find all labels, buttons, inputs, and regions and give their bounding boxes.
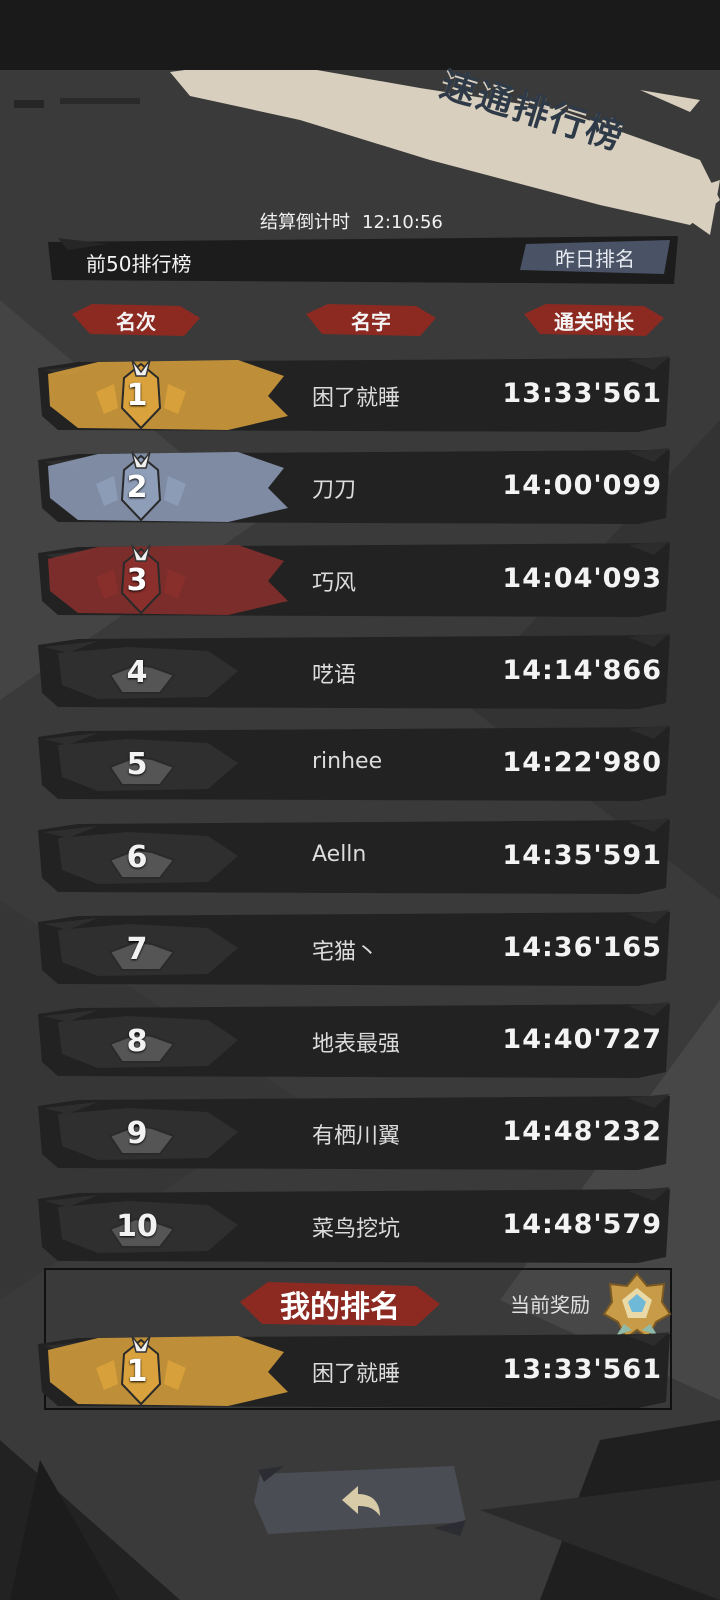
clear-time: 14:36'165 — [502, 931, 662, 963]
rank-number: 5 — [126, 747, 148, 783]
rank-number: 6 — [126, 839, 148, 875]
leaderboard-row[interactable]: 6 Aelln 14:35'591 — [38, 817, 670, 898]
clear-time: 14:14'866 — [502, 654, 662, 686]
leaderboard-row[interactable]: 10 菜鸟挖坑 14:48'579 — [38, 1186, 670, 1267]
rank-number: 9 — [126, 1116, 148, 1152]
column-header-rank: 名次 — [72, 300, 200, 340]
clear-time: 14:35'591 — [502, 839, 662, 871]
rank-number: 1 — [126, 1354, 148, 1389]
clear-time: 14:22'980 — [502, 747, 662, 779]
rank-number: 4 — [126, 654, 148, 690]
rank-number: 1 — [126, 378, 148, 413]
player-name: 困了就睡 — [312, 386, 401, 411]
rank-number: 10 — [116, 1208, 158, 1244]
player-name: 地表最强 — [312, 1032, 401, 1058]
my-rank-title: 我的排名 — [240, 1278, 440, 1330]
back-button[interactable] — [254, 1462, 466, 1538]
player-name: 困了就睡 — [312, 1362, 401, 1387]
player-name: 巧风 — [312, 570, 357, 596]
current-reward-label: 当前奖励 — [510, 1293, 590, 1317]
player-name: 宅猫丶 — [312, 939, 379, 965]
leaderboard-row[interactable]: 5 rinhee 14:22'980 — [38, 725, 670, 805]
player-name: Aelln — [312, 841, 367, 867]
leaderboard-row[interactable]: 3 巧风 14:04'093 — [38, 540, 670, 621]
leaderboard-row[interactable]: 7 宅猫丶 14:36'165 — [38, 909, 670, 990]
player-name: 有栖川翼 — [312, 1124, 401, 1150]
yesterday-rank-button[interactable]: 昨日排名 — [520, 240, 670, 274]
leaderboard-row[interactable]: 8 地表最强 14:40'727 — [38, 1002, 670, 1082]
settlement-countdown: 结算倒计时 12:10:56 — [260, 208, 443, 234]
rank-number: 2 — [126, 470, 148, 506]
leaderboard-row[interactable]: 2 刀刀 14:00'099 — [38, 448, 670, 528]
countdown-time: 12:10:56 — [362, 212, 443, 233]
countdown-label: 结算倒计时 — [260, 212, 350, 233]
clear-time: 14:00'099 — [502, 470, 662, 502]
leaderboard-row[interactable]: 1 困了就睡 13:33'561 — [38, 356, 670, 436]
player-name: 菜鸟挖坑 — [312, 1216, 401, 1242]
leaderboard-row[interactable]: 4 呓语 14:14'866 — [38, 632, 670, 713]
leaderboard-label: 前50排行榜 — [86, 252, 192, 276]
rank-number: 8 — [126, 1024, 148, 1060]
rank-number: 7 — [126, 931, 148, 967]
clear-time: 14:04'093 — [502, 562, 662, 594]
player-name: 刀刀 — [312, 478, 357, 504]
my-rank-row[interactable]: 1 困了就睡 13:33'561 — [38, 1332, 670, 1408]
rank-number: 3 — [126, 562, 148, 598]
player-name: 呓语 — [312, 662, 357, 688]
clear-time: 14:48'579 — [502, 1208, 662, 1240]
column-header-time: 通关时长 — [524, 300, 664, 340]
player-name: rinhee — [312, 749, 383, 775]
clear-time: 14:48'232 — [502, 1116, 662, 1148]
yesterday-rank-label: 昨日排名 — [555, 246, 635, 271]
column-header-name: 名字 — [306, 300, 436, 340]
clear-time: 14:40'727 — [502, 1024, 662, 1056]
leaderboard-row[interactable]: 9 有栖川翼 14:48'232 — [38, 1094, 670, 1174]
clear-time: 13:33'561 — [502, 378, 662, 409]
clear-time: 13:33'561 — [502, 1354, 662, 1385]
